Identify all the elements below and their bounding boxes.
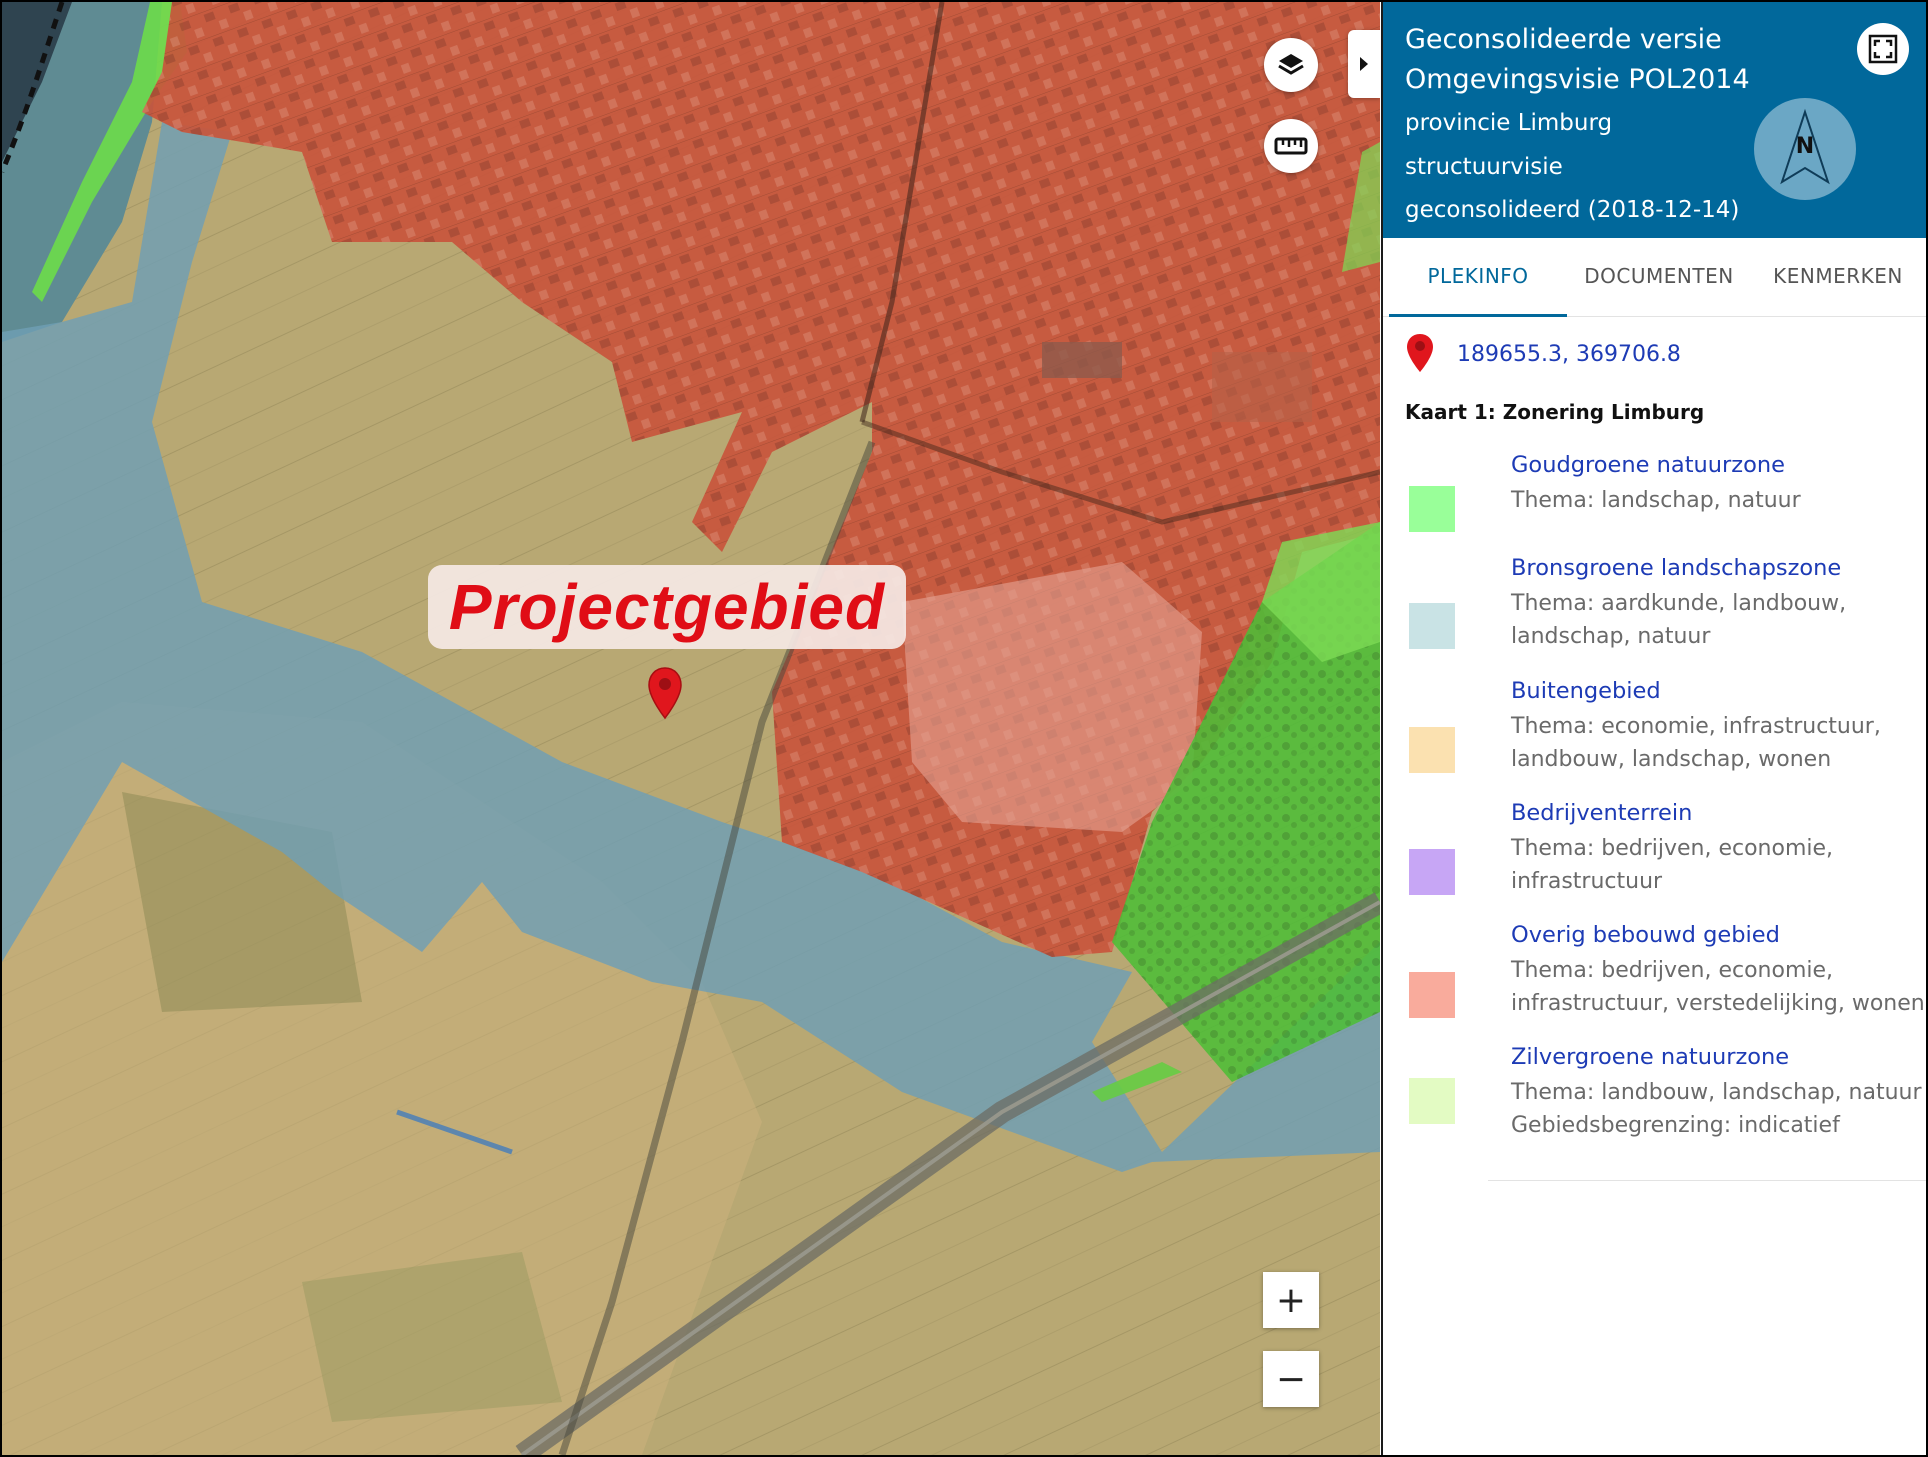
layers-icon xyxy=(1278,54,1304,75)
legend-description-line: landbouw, landschap, wonen xyxy=(1511,747,1832,772)
legend-description-line: Thema: landbouw, landschap, natuur xyxy=(1511,1080,1922,1105)
project-area-text: Projectgebied xyxy=(448,571,886,643)
legend-description: Thema: landschap, natuur xyxy=(1511,484,1926,517)
legend-name-link[interactable]: Overig bebouwd gebied xyxy=(1511,922,1780,948)
plan-organisation: provincie Limburg xyxy=(1405,110,1613,136)
plan-type: structuurvisie xyxy=(1405,154,1563,180)
legend-description: Thema: landbouw, landschap, natuur Gebied… xyxy=(1511,1076,1926,1142)
fullscreen-icon xyxy=(1868,34,1898,64)
project-area-label: Projectgebied xyxy=(428,565,906,649)
legend-description-line: Thema: bedrijven, economie, xyxy=(1511,958,1834,983)
map-view[interactable]: Projectgebied + − xyxy=(2,2,1380,1455)
coordinates-link[interactable]: 189655.3, 369706.8 xyxy=(1457,342,1681,367)
legend-name-link[interactable]: Bronsgroene landschapszone xyxy=(1511,555,1841,581)
legend-name-link[interactable]: Zilvergroene natuurzone xyxy=(1511,1044,1789,1070)
ruler-icon xyxy=(1274,137,1308,155)
chevron-right-icon xyxy=(1360,57,1368,71)
legend-description: Thema: bedrijven, economie, infrastructuu… xyxy=(1511,832,1926,898)
legend-swatch xyxy=(1409,603,1455,649)
legend-description-line: Thema: aardkunde, landbouw, xyxy=(1511,591,1847,616)
tab-documenten[interactable]: DOCUMENTEN xyxy=(1573,238,1745,314)
plan-title: Geconsolideerde versie Omgevingsvisie PO… xyxy=(1405,24,1750,95)
legend-name-link[interactable]: Bedrijventerrein xyxy=(1511,800,1692,826)
legend-name-link[interactable]: Buitengebied xyxy=(1511,678,1661,704)
zoom-in-button[interactable]: + xyxy=(1263,1272,1319,1328)
panel-header: Geconsolideerde versie Omgevingsvisie PO… xyxy=(1383,2,1926,238)
legend-description-line: Thema: bedrijven, economie, xyxy=(1511,836,1834,861)
legend-divider xyxy=(1488,1180,1926,1181)
location-row: 189655.3, 369706.8 xyxy=(1405,332,1681,376)
layers-button[interactable] xyxy=(1264,38,1318,92)
fullscreen-button[interactable] xyxy=(1857,23,1909,75)
legend-description: Thema: bedrijven, economie, infrastructuu… xyxy=(1511,954,1926,1020)
tab-plekinfo[interactable]: PLEKINFO xyxy=(1389,238,1567,317)
plan-status: geconsolideerd (2018-12-14) xyxy=(1405,197,1740,223)
info-panel: Geconsolideerde versie Omgevingsvisie PO… xyxy=(1381,2,1926,1455)
zoom-out-button[interactable]: − xyxy=(1263,1351,1319,1407)
legend-swatch xyxy=(1409,972,1455,1018)
legend-swatch xyxy=(1409,849,1455,895)
app-frame: Projectgebied + − Geconsolideerde versie… xyxy=(0,0,1928,1457)
legend-description-line: Thema: landschap, natuur xyxy=(1511,488,1801,513)
legend-description-line: landschap, natuur xyxy=(1511,624,1711,649)
legend-description-line: infrastructuur, verstedelijking, wonen xyxy=(1511,991,1925,1016)
legend-swatch xyxy=(1409,1078,1455,1124)
legend-swatch xyxy=(1409,486,1455,532)
location-marker-icon[interactable] xyxy=(647,666,683,722)
tab-kenmerken[interactable]: KENMERKEN xyxy=(1751,238,1925,314)
north-label: N xyxy=(1796,134,1814,159)
measure-button[interactable] xyxy=(1264,119,1318,173)
panel-tabs: PLEKINFO DOCUMENTEN KENMERKEN xyxy=(1383,238,1926,317)
map-canvas[interactable] xyxy=(2,2,1380,1455)
legend-name-link[interactable]: Goudgroene natuurzone xyxy=(1511,452,1785,478)
legend-description: Thema: economie, infrastructuur, landbouw… xyxy=(1511,710,1926,776)
legend-description-line: Gebiedsbegrenzing: indicatief xyxy=(1511,1113,1840,1138)
legend-description-line: Thema: economie, infrastructuur, xyxy=(1511,714,1881,739)
map-title: Kaart 1: Zonering Limburg xyxy=(1405,400,1705,424)
legend-swatch xyxy=(1409,727,1455,773)
legend-description-line: infrastructuur xyxy=(1511,869,1663,894)
collapse-panel-button[interactable] xyxy=(1348,30,1380,98)
north-arrow: N xyxy=(1754,98,1856,200)
compass-icon: N xyxy=(1780,108,1830,185)
legend-description: Thema: aardkunde, landbouw, landschap, na… xyxy=(1511,587,1926,653)
map-marker-icon xyxy=(1407,334,1433,372)
